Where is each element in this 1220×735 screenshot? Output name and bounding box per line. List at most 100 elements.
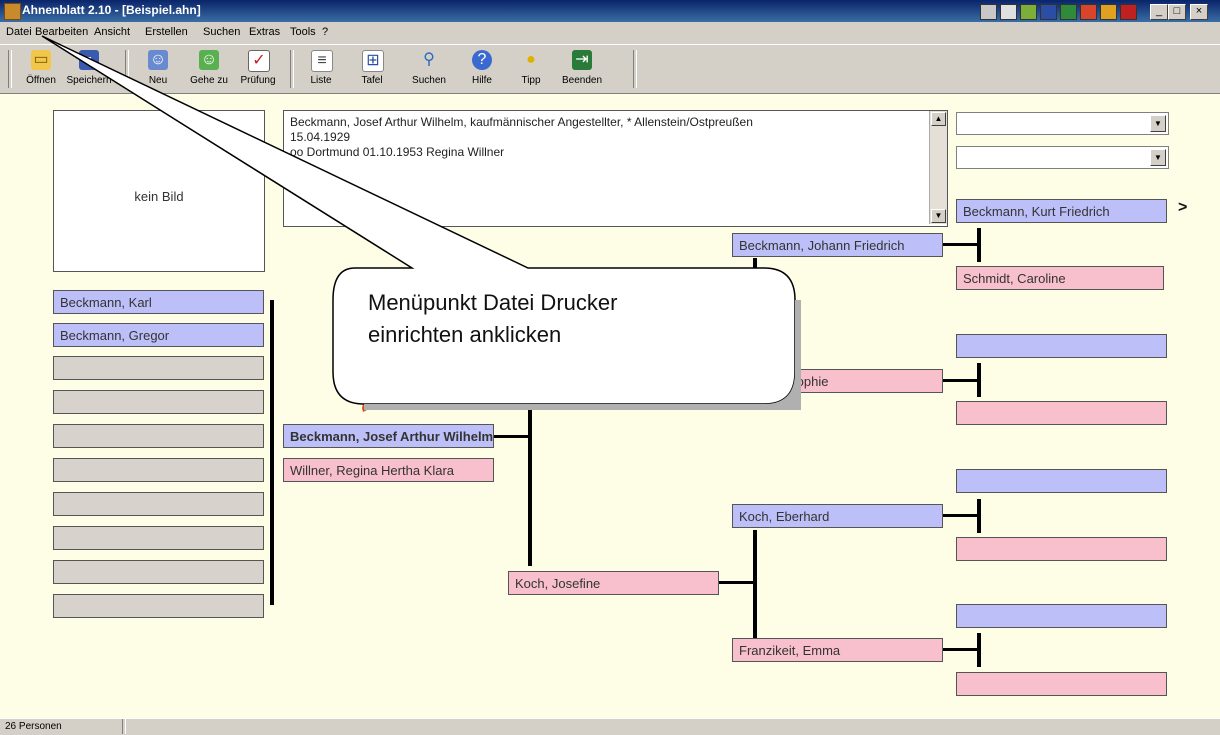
help-button[interactable]: ? Hilfe: [456, 48, 508, 90]
combo-1[interactable]: ▼: [956, 112, 1169, 135]
minimize-button[interactable]: _: [1150, 4, 1168, 20]
open-label: Öffnen: [26, 75, 56, 86]
list-button[interactable]: ≡ Liste: [295, 48, 347, 90]
tip-label: Tipp: [521, 75, 541, 86]
word-icon[interactable]: [1040, 4, 1057, 20]
open-button[interactable]: ▭ Öffnen: [15, 48, 67, 90]
child-empty[interactable]: [53, 560, 264, 584]
child-empty[interactable]: [53, 424, 264, 448]
chart-label: Tafel: [361, 75, 383, 86]
new-person-button[interactable]: ☺ Neu: [132, 48, 184, 90]
connector: [494, 435, 530, 438]
menu-help[interactable]: ?: [322, 26, 328, 38]
great-grandmother-empty[interactable]: [956, 401, 1167, 425]
exit-button[interactable]: ⇥ Beenden: [556, 48, 608, 90]
person-info-box[interactable]: Beckmann, Josef Arthur Wilhelm, kaufmänn…: [283, 110, 948, 227]
great-grandfather-empty[interactable]: [956, 469, 1167, 493]
maximize-button[interactable]: □: [1168, 4, 1186, 20]
help-label: Hilfe: [471, 75, 492, 86]
tray-icon-2[interactable]: [1000, 4, 1017, 20]
pdf-icon[interactable]: [1120, 4, 1137, 20]
child-1[interactable]: Beckmann, Karl: [53, 290, 264, 314]
excel-icon[interactable]: [1060, 4, 1077, 20]
check-icon: ✓: [248, 50, 270, 72]
great-grandmother-empty[interactable]: [956, 537, 1167, 561]
chart-button[interactable]: ⊞ Tafel: [346, 48, 398, 90]
tray-icon-3[interactable]: [1020, 4, 1037, 20]
great-grandfather-empty[interactable]: [956, 334, 1167, 358]
chevron-down-icon[interactable]: ▼: [1150, 115, 1166, 132]
connector: [977, 499, 981, 533]
list-label: Liste: [310, 75, 332, 86]
more-ancestors-arrow-icon[interactable]: >: [1178, 199, 1187, 217]
close-button[interactable]: ×: [1190, 4, 1208, 20]
connector: [753, 258, 757, 370]
tip-button[interactable]: ● Tipp: [505, 48, 557, 90]
info-line-2: 15.04.1929: [290, 130, 351, 144]
maternal-grandmother[interactable]: Franzikeit, Emma: [732, 638, 943, 662]
status-person-count: 26 Personen: [5, 721, 62, 732]
menu-tools[interactable]: Tools: [290, 26, 316, 38]
central-person[interactable]: Beckmann, Josef Arthur Wilhelm: [283, 424, 494, 448]
child-empty[interactable]: [53, 458, 264, 482]
menu-bearbeiten[interactable]: Bearbeiten: [35, 26, 88, 38]
connector: [943, 379, 979, 382]
child-2[interactable]: Beckmann, Gregor: [53, 323, 264, 347]
goto-label: Gehe zu: [190, 75, 228, 86]
save-icon: ▪: [79, 50, 99, 70]
goto-person-icon: ☺: [199, 50, 219, 70]
menu-ansicht[interactable]: Ansicht: [94, 26, 130, 38]
great-grandfather-1[interactable]: Beckmann, Kurt Friedrich: [956, 199, 1167, 223]
help-icon: ?: [472, 50, 492, 70]
great-grandmother-empty[interactable]: [956, 672, 1167, 696]
scroll-down-arrow-icon[interactable]: ▼: [931, 209, 946, 223]
menu-suchen[interactable]: Suchen: [203, 26, 240, 38]
menu-datei[interactable]: Datei: [6, 26, 32, 38]
search-button[interactable]: ⚲ Suchen: [403, 48, 455, 90]
combo-2[interactable]: ▼: [956, 146, 1169, 169]
status-separator: [122, 719, 126, 734]
child-empty[interactable]: [53, 390, 264, 414]
exit-icon: ⇥: [572, 50, 592, 70]
child-empty[interactable]: [53, 594, 264, 618]
mother[interactable]: Koch, Josefine: [508, 571, 719, 595]
child-empty[interactable]: [53, 356, 264, 380]
search-label: Suchen: [412, 75, 446, 86]
connector: [943, 243, 979, 246]
powerpoint-icon[interactable]: [1080, 4, 1097, 20]
chevron-down-icon[interactable]: ▼: [1150, 149, 1166, 166]
scroll-up-arrow-icon[interactable]: ▲: [931, 112, 946, 126]
photo-placeholder[interactable]: kein Bild: [53, 110, 265, 272]
spouse[interactable]: Willner, Regina Hertha Klara: [283, 458, 494, 482]
exit-label: Beenden: [561, 75, 603, 86]
callout-line-1: Menüpunkt Datei Drucker: [368, 290, 618, 315]
maternal-grandfather[interactable]: Koch, Eberhard: [732, 504, 943, 528]
children-connector: [270, 300, 274, 605]
new-person-icon: ☺: [148, 50, 168, 70]
paternal-grandmother[interactable]: Sophie: [732, 369, 943, 393]
connector: [977, 363, 981, 397]
check-label: Prüfung: [240, 75, 276, 86]
check-button[interactable]: ✓ Prüfung: [232, 48, 284, 90]
folder-open-icon: ▭: [31, 50, 51, 70]
menu-erstellen[interactable]: Erstellen: [145, 26, 188, 38]
great-grandmother-1[interactable]: Schmidt, Caroline: [956, 266, 1164, 290]
new-label: Neu: [148, 75, 168, 86]
tray-icon-1[interactable]: [980, 4, 997, 20]
father[interactable]: Beckmann, Johann Friedrich: [732, 233, 943, 257]
pencil-icon: [362, 396, 371, 412]
great-grandfather-empty[interactable]: [956, 604, 1167, 628]
tip-icon: ●: [526, 51, 536, 68]
save-button[interactable]: ▪ Speichern: [63, 48, 115, 90]
toolbar-grip: [8, 50, 12, 88]
no-image-label: kein Bild: [134, 189, 184, 204]
tray-icon-7[interactable]: [1100, 4, 1117, 20]
menu-extras[interactable]: Extras: [249, 26, 280, 38]
goto-button[interactable]: ☺ Gehe zu: [183, 48, 235, 90]
app-icon[interactable]: [4, 3, 21, 20]
connector: [719, 581, 755, 584]
connector: [977, 228, 981, 262]
info-scrollbar[interactable]: ▲ ▼: [929, 111, 947, 224]
child-empty[interactable]: [53, 492, 264, 516]
child-empty[interactable]: [53, 526, 264, 550]
